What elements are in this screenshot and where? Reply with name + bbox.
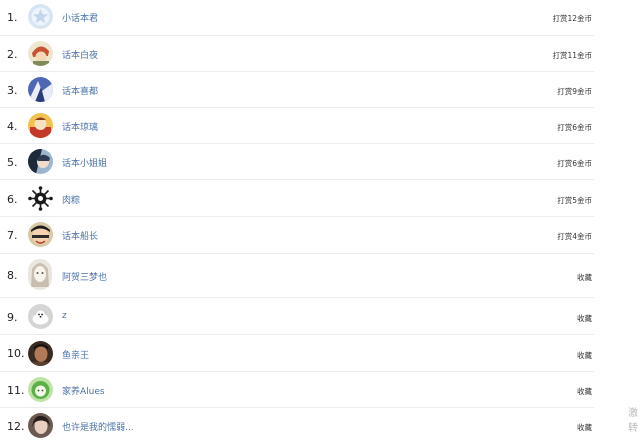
rank-number: 9. (7, 311, 18, 324)
list-item[interactable]: 10. 鱼亲王 收藏 (0, 335, 594, 372)
edge-overlay-text: 转 (628, 423, 638, 434)
reward-label: 收藏 (577, 423, 592, 432)
reward-label: 收藏 (577, 273, 592, 282)
anime-character-icon[interactable] (28, 41, 53, 66)
list-item[interactable]: 3. 话本喜都 打赏9金币 (0, 72, 594, 108)
list-item[interactable]: 8. 阿贺三梦也 收藏 (0, 254, 594, 298)
sketch-character-icon[interactable] (28, 259, 52, 290)
reward-label: 打赏6金币 (557, 159, 592, 168)
anime-character-icon[interactable] (28, 113, 53, 138)
username-link[interactable]: 家养Alues (62, 384, 105, 397)
username-link[interactable]: 话本喜都 (62, 84, 98, 97)
luffy-character-icon[interactable] (28, 222, 53, 247)
username-link[interactable]: 小话本君 (62, 11, 98, 24)
reward-label: 打赏6金币 (557, 123, 592, 132)
anime-character-icon[interactable] (28, 149, 53, 174)
reward-label: 收藏 (577, 351, 592, 360)
username-link[interactable]: 肉粽 (62, 193, 80, 206)
username-link[interactable]: z (62, 311, 67, 321)
person-photo-icon[interactable] (28, 413, 53, 438)
username-link[interactable]: 话本白夜 (62, 48, 98, 61)
list-item[interactable]: 11. 家养Alues 收藏 (0, 372, 594, 408)
username-link[interactable]: 话本琼璃 (62, 120, 98, 133)
list-item[interactable]: 6. 肉粽 打赏5金币 (0, 180, 594, 217)
list-item[interactable]: 4. 话本琼璃 打赏6金币 (0, 108, 594, 144)
rank-number: 7. (7, 229, 18, 242)
list-item[interactable]: 9. z 收藏 (0, 298, 594, 335)
list-item[interactable]: 1. 小话本君 打赏12金币 (0, 0, 594, 36)
reward-label: 打赏5金币 (557, 196, 592, 205)
rank-number: 2. (7, 48, 18, 61)
list-item[interactable]: 12. 也许是我的懦弱... 收藏 (0, 408, 594, 441)
rank-number: 3. (7, 84, 18, 97)
rank-number: 1. (7, 11, 18, 24)
rank-number: 8. (7, 269, 18, 282)
username-link[interactable]: 阿贺三梦也 (62, 270, 107, 283)
reward-label: 打赏4金币 (557, 232, 592, 241)
green-character-icon[interactable] (28, 377, 53, 402)
rank-number: 4. (7, 120, 18, 133)
username-link[interactable]: 也许是我的懦弱... (62, 420, 134, 433)
man-portrait-icon[interactable] (28, 341, 53, 366)
reward-label: 打赏9金币 (557, 87, 592, 96)
rank-number: 5. (7, 156, 18, 169)
username-link[interactable]: 话本船长 (62, 229, 98, 242)
anime-character-icon[interactable] (28, 77, 53, 102)
list-item[interactable]: 7. 话本船长 打赏4金币 (0, 217, 594, 254)
virus-graphic-icon[interactable] (28, 186, 53, 211)
rank-number: 6. (7, 193, 18, 206)
username-link[interactable]: 鱼亲王 (62, 348, 89, 361)
reward-label: 打赏11金币 (552, 51, 592, 60)
reward-label: 收藏 (577, 387, 592, 396)
list-item[interactable]: 2. 话本白夜 打赏11金币 (0, 36, 594, 72)
edge-overlay-text: 激 (628, 408, 638, 419)
username-link[interactable]: 话本小姐姐 (62, 156, 107, 169)
reward-label: 收藏 (577, 314, 592, 323)
rank-number: 10. (7, 347, 25, 360)
rank-number: 11. (7, 384, 25, 397)
rank-number: 12. (7, 420, 25, 433)
reward-label: 打赏12金币 (552, 14, 592, 23)
star-badge-icon[interactable] (28, 4, 53, 29)
white-dog-icon[interactable] (28, 304, 53, 329)
list-item[interactable]: 5. 话本小姐姐 打赏6金币 (0, 144, 594, 180)
